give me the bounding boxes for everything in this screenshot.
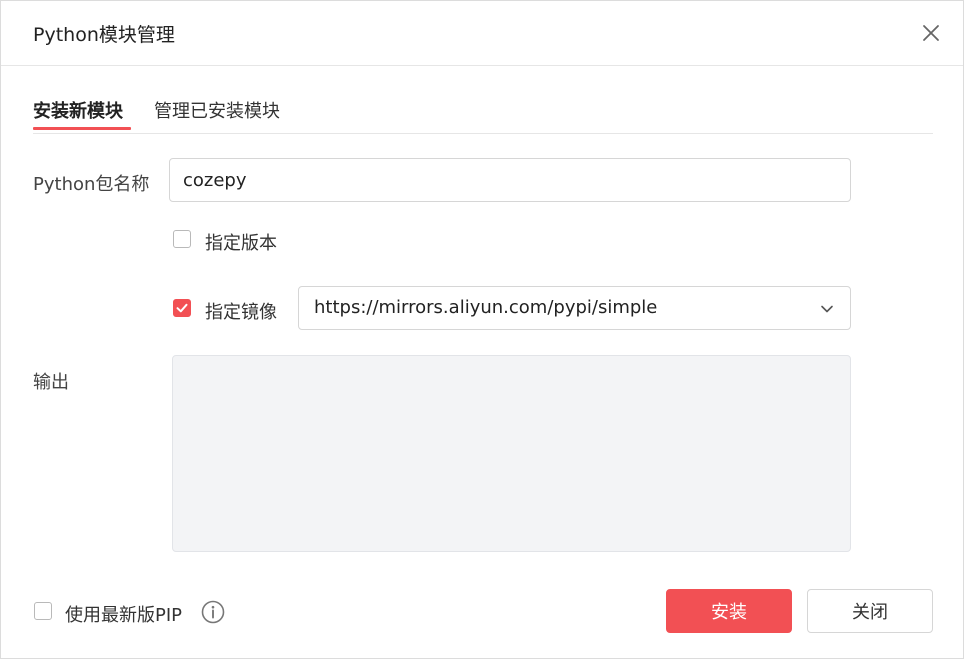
dialog-header: Python模块管理 [1, 1, 963, 66]
package-name-label: Python包名称 [33, 174, 150, 195]
close-button[interactable]: 关闭 [807, 589, 933, 633]
tab-bar: 安装新模块 管理已安装模块 [33, 65, 933, 134]
mirror-select-value: https://mirrors.aliyun.com/pypi/simple [314, 297, 658, 318]
tab-install-new[interactable]: 安装新模块 [33, 97, 123, 123]
close-icon[interactable] [921, 23, 941, 43]
mirror-checkbox-label[interactable]: 指定镜像 [205, 298, 277, 324]
mirror-select[interactable]: https://mirrors.aliyun.com/pypi/simple [298, 286, 851, 330]
active-tab-indicator [33, 127, 131, 130]
output-label: 输出 [33, 372, 69, 393]
version-checkbox-label[interactable]: 指定版本 [205, 229, 277, 255]
chevron-down-icon [821, 305, 833, 313]
version-checkbox[interactable] [173, 230, 191, 248]
info-icon[interactable] [201, 600, 225, 624]
package-name-input[interactable] [169, 158, 851, 202]
checkmark-icon [176, 303, 188, 313]
tab-manage-installed[interactable]: 管理已安装模块 [154, 97, 280, 123]
latest-pip-checkbox-label[interactable]: 使用最新版PIP [65, 601, 182, 627]
dialog-title: Python模块管理 [33, 24, 175, 46]
latest-pip-checkbox[interactable] [34, 602, 52, 620]
install-button[interactable]: 安装 [666, 589, 792, 633]
mirror-checkbox[interactable] [173, 299, 191, 317]
output-area[interactable] [172, 355, 851, 552]
python-module-dialog: Python模块管理 安装新模块 管理已安装模块 Python包名称 指定版本 … [0, 0, 964, 659]
